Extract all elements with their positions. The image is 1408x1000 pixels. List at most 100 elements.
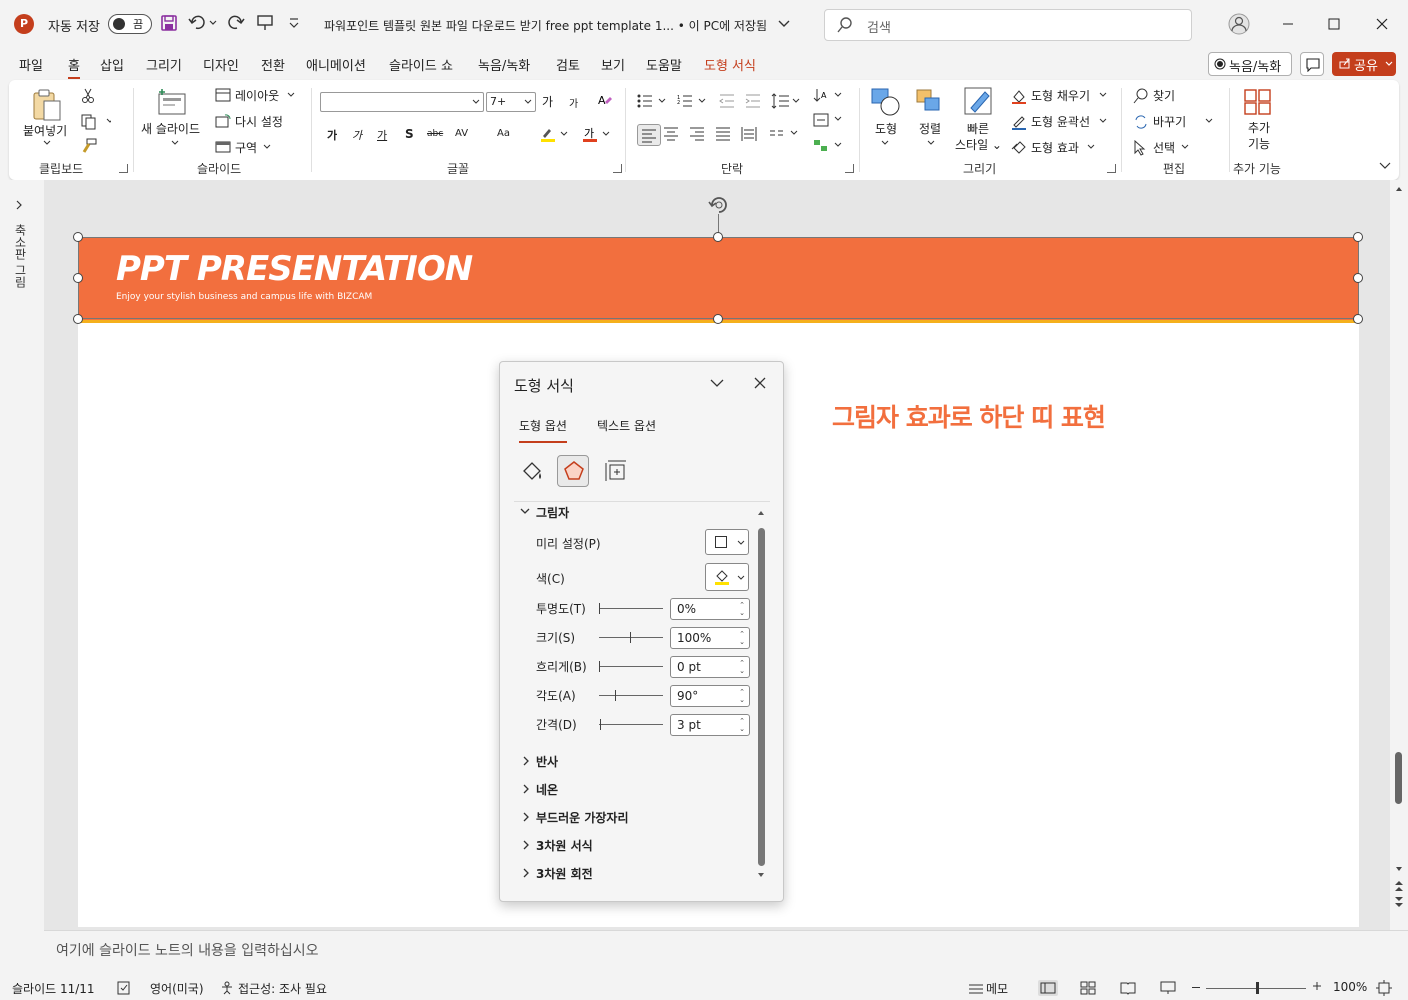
bullets-icon[interactable]	[637, 94, 667, 108]
close-icon[interactable]	[1362, 4, 1402, 44]
spinner-arrows-icon[interactable]: ⌃ ⌄	[739, 717, 745, 733]
undo-icon[interactable]	[188, 14, 218, 32]
3d-rotation-section-header[interactable]: 3차원 회전	[536, 865, 593, 882]
autosave-toggle[interactable]: 끔	[108, 14, 152, 34]
format-painter-icon[interactable]	[81, 138, 97, 154]
addins-label[interactable]: 추가 기능	[1247, 120, 1271, 152]
shape-effects-label[interactable]: 도형 효과	[1031, 139, 1079, 156]
size-spinner[interactable]: 100% ⌃ ⌄	[670, 627, 750, 649]
paste-icon[interactable]	[31, 88, 63, 122]
resize-handle[interactable]	[713, 314, 723, 324]
tab-shape-options[interactable]: 도형 옵션	[519, 417, 567, 443]
font-launcher-icon[interactable]	[613, 164, 622, 173]
zoom-slider[interactable]	[1206, 982, 1306, 994]
transparency-slider[interactable]	[599, 603, 663, 614]
arrange-label[interactable]: 정렬	[919, 120, 941, 137]
char-spacing-button[interactable]: AV	[455, 128, 468, 139]
angle-slider[interactable]	[599, 690, 663, 701]
chevron-down-icon[interactable]	[881, 140, 889, 146]
accessibility-label[interactable]: 접근성: 조사 필요	[238, 980, 327, 997]
zoom-in-icon[interactable]	[1312, 981, 1322, 991]
search-input[interactable]: 검색	[824, 9, 1192, 41]
blur-slider[interactable]	[599, 661, 663, 672]
section-icon[interactable]	[215, 140, 231, 154]
accessibility-icon[interactable]	[220, 981, 234, 995]
reflection-section-header[interactable]: 반사	[536, 753, 558, 770]
section-label[interactable]: 구역	[235, 139, 257, 156]
smartart-icon[interactable]	[813, 138, 843, 154]
text-direction-icon[interactable]: A	[813, 88, 843, 104]
select-label[interactable]: 선택	[1153, 139, 1175, 156]
spell-check-icon[interactable]	[117, 981, 131, 995]
shape-fill-icon[interactable]	[1011, 88, 1027, 104]
spinner-arrows-icon[interactable]: ⌃ ⌄	[739, 601, 745, 617]
zoom-slider-thumb[interactable]	[1256, 982, 1259, 994]
tab-help[interactable]: 도움말	[646, 55, 682, 74]
layout-label[interactable]: 레이아웃	[235, 87, 279, 104]
scroll-down-icon[interactable]	[757, 872, 765, 878]
copy-icon[interactable]	[81, 114, 111, 130]
notes-icon[interactable]	[968, 981, 984, 995]
tab-view[interactable]: 보기	[601, 55, 625, 74]
chevron-down-icon[interactable]	[927, 140, 935, 146]
find-label[interactable]: 찾기	[1153, 87, 1175, 104]
align-text-icon[interactable]	[813, 112, 843, 128]
slider-thumb[interactable]	[600, 719, 601, 730]
resize-handle[interactable]	[713, 232, 723, 242]
angle-spinner[interactable]: 90° ⌃ ⌄	[670, 685, 750, 707]
slider-thumb[interactable]	[599, 603, 600, 614]
grow-font-button[interactable]: 가	[542, 93, 553, 110]
pane-scrollbar-thumb[interactable]	[758, 528, 765, 866]
arrange-icon[interactable]	[915, 88, 945, 116]
share-button[interactable]: 공유	[1332, 52, 1396, 76]
slider-thumb[interactable]	[599, 661, 600, 672]
bold-button[interactable]: 가	[327, 127, 337, 143]
spinner-arrows-icon[interactable]: ⌃ ⌄	[739, 630, 745, 646]
paragraph-launcher-icon[interactable]	[845, 164, 854, 173]
shrink-font-button[interactable]: 가	[569, 95, 578, 110]
drawing-launcher-icon[interactable]	[1107, 164, 1116, 173]
underline-button[interactable]: 가	[377, 127, 387, 143]
tab-shape-format[interactable]: 도형 서식	[704, 55, 756, 74]
scroll-up-icon[interactable]	[757, 510, 765, 516]
collapse-ribbon-icon[interactable]	[1379, 162, 1391, 170]
cut-icon[interactable]	[81, 88, 95, 104]
blur-spinner[interactable]: 0 pt ⌃ ⌄	[670, 656, 750, 678]
slideshow-view-icon[interactable]	[1160, 981, 1176, 995]
zoom-out-icon[interactable]	[1192, 987, 1200, 988]
addins-icon[interactable]	[1243, 88, 1273, 116]
shape-outline-icon[interactable]	[1011, 114, 1027, 130]
tab-slideshow[interactable]: 슬라이드 쇼	[389, 55, 453, 74]
scrollbar-thumb[interactable]	[1395, 752, 1402, 804]
effects-tab-button[interactable]	[557, 455, 589, 487]
soft-edges-section-header[interactable]: 부드러운 가장자리	[536, 809, 629, 826]
chevron-down-icon[interactable]	[1099, 118, 1107, 124]
tab-file[interactable]: 파일	[19, 55, 43, 74]
align-left-icon[interactable]	[637, 124, 661, 146]
size-properties-icon[interactable]	[604, 459, 628, 483]
resize-handle[interactable]	[73, 273, 83, 283]
line-spacing-icon[interactable]	[771, 92, 801, 110]
find-icon[interactable]	[1133, 88, 1149, 104]
font-size-select[interactable]: 7+	[486, 92, 536, 112]
new-slide-label[interactable]: 새 슬라이드	[141, 120, 200, 137]
scroll-up-icon[interactable]	[1395, 186, 1403, 192]
vertical-scrollbar[interactable]	[1390, 180, 1408, 930]
chevron-right-icon[interactable]	[15, 200, 23, 210]
minimize-icon[interactable]	[1268, 4, 1308, 44]
rotate-handle-icon[interactable]	[706, 192, 732, 218]
chevron-down-icon[interactable]	[287, 92, 295, 98]
chevron-down-icon[interactable]	[520, 507, 530, 515]
resize-handle[interactable]	[73, 232, 83, 242]
maximize-icon[interactable]	[1314, 4, 1354, 44]
next-slide-icon[interactable]	[1394, 896, 1404, 908]
resize-handle[interactable]	[1353, 232, 1363, 242]
fit-to-window-icon[interactable]	[1376, 980, 1392, 996]
quick-styles-label[interactable]: 스타일 ⌄	[955, 136, 1002, 153]
change-case-button[interactable]: Aa	[497, 128, 510, 139]
shape-effects-icon[interactable]	[1011, 140, 1027, 154]
account-avatar-icon[interactable]	[1228, 13, 1250, 35]
align-right-icon[interactable]	[689, 126, 705, 142]
tab-animations[interactable]: 애니메이션	[306, 55, 366, 74]
fill-line-icon[interactable]	[520, 459, 544, 483]
